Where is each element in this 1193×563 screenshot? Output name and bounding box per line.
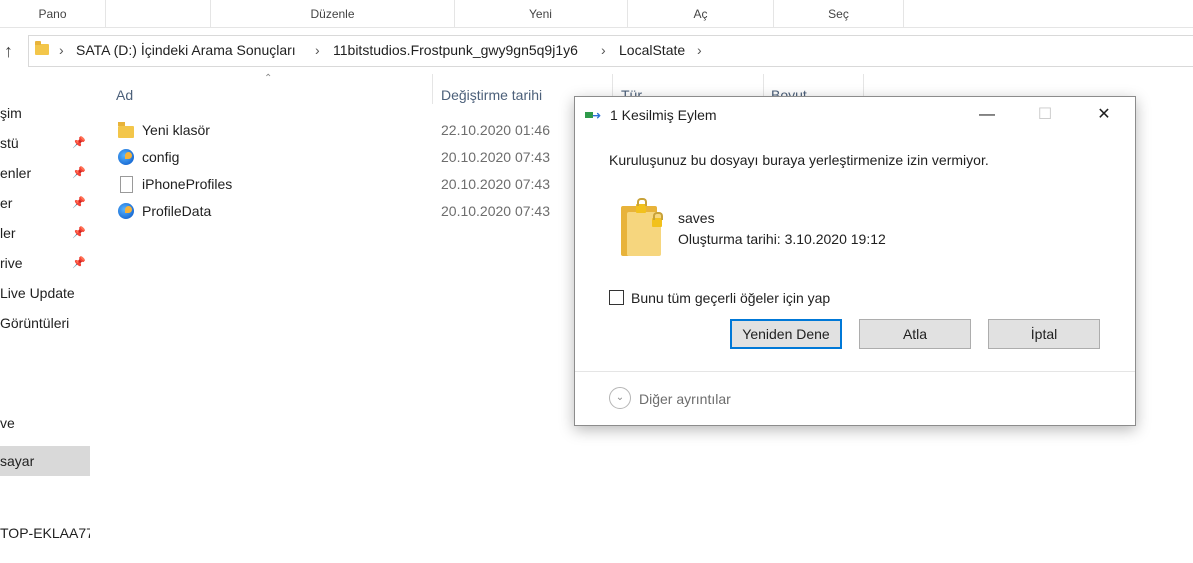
folder-icon	[35, 41, 49, 55]
dialog-title-bar[interactable]: ➜ 1 Kesilmiş Eylem — ☐ ✕	[575, 97, 1135, 133]
file-name: Yeni klasör	[142, 122, 210, 138]
column-divider[interactable]	[432, 74, 433, 104]
ribbon-group-sec: Seç	[774, 0, 904, 27]
file-row[interactable]: ProfileData 20.10.2020 07:43	[112, 199, 572, 225]
sort-ascending-icon: ⌃	[264, 73, 273, 84]
ribbon-spacer	[105, 0, 210, 27]
sidebar-item-screenshots[interactable]: Görüntüleri	[0, 308, 90, 338]
chevron-right-icon[interactable]: ›	[697, 42, 702, 58]
sidebar-item-label: ler	[0, 225, 16, 241]
sidebar-item-label: enler	[0, 165, 32, 181]
breadcrumb-search-results[interactable]: SATA (D:) İçindeki Arama Sonuçları	[76, 42, 296, 58]
apply-to-all-label[interactable]: Bunu tüm geçerli öğeler için yap	[631, 290, 830, 306]
sidebar-item-label: er	[0, 195, 13, 211]
file-date: 20.10.2020 07:43	[441, 149, 550, 165]
dialog-message: Kuruluşunuz bu dosyayı buraya yerleştirm…	[609, 152, 989, 168]
more-details-toggle[interactable]: Diğer ayrıntılar	[639, 391, 731, 407]
apply-to-all-checkbox[interactable]	[609, 290, 624, 305]
breadcrumb-frostpunk[interactable]: 11bitstudios.Frostpunk_gwy9gn5q9j1y6	[333, 42, 578, 58]
sidebar-item-label: sayar	[0, 453, 35, 469]
sidebar-item-label: TOP-EKLAA77	[0, 525, 90, 541]
chevron-down-icon[interactable]: ⌄	[609, 387, 631, 409]
minimize-button[interactable]: —	[958, 97, 1016, 133]
pin-icon: 📌	[72, 257, 86, 269]
sidebar-item-desktop[interactable]: stü 📌	[0, 128, 90, 158]
file-date: 20.10.2020 07:43	[441, 176, 550, 192]
breadcrumb-localstate[interactable]: LocalState	[619, 42, 685, 58]
column-header-modified[interactable]: Değiştirme tarihi	[441, 84, 542, 106]
retry-button[interactable]: Yeniden Dene	[730, 319, 842, 349]
sidebar-item-drive[interactable]: rive 📌	[0, 248, 90, 278]
up-arrow-icon[interactable]: ↑	[4, 40, 22, 62]
sidebar-item-label: stü	[0, 135, 19, 151]
sidebar-item-documents[interactable]: er 📌	[0, 188, 90, 218]
close-button[interactable]: ✕	[1075, 97, 1133, 133]
sidebar-item-onedrive[interactable]: ve	[0, 408, 90, 438]
chevron-right-icon[interactable]: ›	[601, 42, 606, 58]
sidebar-item-network-pc[interactable]: TOP-EKLAA77	[0, 518, 90, 548]
sidebar-item-label: Live Update	[0, 285, 75, 301]
folder-icon	[118, 122, 134, 138]
chevron-right-icon[interactable]: ›	[59, 42, 64, 58]
item-created-date: Oluşturma tarihi: 3.10.2020 19:12	[678, 231, 886, 247]
address-bar[interactable]: › SATA (D:) İçindeki Arama Sonuçları › 1…	[28, 35, 1193, 67]
ribbon-group-ac: Aç	[628, 0, 774, 27]
sidebar-item-live-update[interactable]: Live Update	[0, 278, 90, 308]
file-row[interactable]: config 20.10.2020 07:43	[112, 145, 572, 171]
pin-icon: 📌	[72, 227, 86, 239]
sidebar-item-label: şim	[0, 105, 22, 121]
file-date: 22.10.2020 01:46	[441, 122, 550, 138]
ribbon-group-duzenle: Düzenle	[210, 0, 455, 27]
maximize-button: ☐	[1037, 106, 1053, 123]
sidebar-item-label: rive	[0, 255, 23, 271]
file-row[interactable]: iPhoneProfiles 20.10.2020 07:43	[112, 172, 572, 198]
pin-icon: 📌	[72, 137, 86, 149]
file-date: 20.10.2020 07:43	[441, 203, 550, 219]
dialog-title: 1 Kesilmiş Eylem	[610, 107, 717, 123]
cancel-button[interactable]: İptal	[988, 319, 1100, 349]
sidebar-item-label: ve	[0, 415, 15, 431]
ribbon-group-yeni: Yeni	[454, 0, 628, 27]
sidebar-item-quick-access[interactable]: şim	[0, 98, 90, 128]
move-action-icon: ➜	[585, 110, 603, 122]
sidebar-item-pictures[interactable]: ler 📌	[0, 218, 90, 248]
sidebar-item-this-pc[interactable]: sayar	[0, 446, 90, 476]
column-header-name[interactable]: Ad	[116, 84, 133, 106]
file-name: config	[142, 149, 180, 165]
ribbon-group-pano: Pano	[0, 0, 106, 27]
chevron-right-icon[interactable]: ›	[315, 42, 320, 58]
ribbon: Pano Düzenle Yeni Aç Seç	[0, 0, 1193, 28]
edge-file-icon	[118, 203, 134, 219]
file-icon	[120, 176, 133, 193]
locked-folder-icon	[619, 198, 663, 256]
dialog-divider	[575, 371, 1135, 372]
file-name: iPhoneProfiles	[142, 176, 233, 192]
sidebar-item-downloads[interactable]: enler 📌	[0, 158, 90, 188]
file-row[interactable]: Yeni klasör 22.10.2020 01:46	[112, 118, 572, 144]
navigation-pane: şim stü 📌 enler 📌 er 📌 ler 📌 rive 📌 Live Upda…	[0, 66, 90, 563]
sidebar-item-label: Görüntüleri	[0, 315, 70, 331]
pin-icon: 📌	[72, 167, 86, 179]
file-name: ProfileData	[142, 203, 212, 219]
skip-button[interactable]: Atla	[859, 319, 971, 349]
item-name: saves	[678, 210, 715, 226]
pin-icon: 📌	[72, 197, 86, 209]
edge-file-icon	[118, 149, 134, 165]
interrupted-action-dialog: ➜ 1 Kesilmiş Eylem — ☐ ✕ Kuruluşunuz bu …	[574, 96, 1136, 426]
